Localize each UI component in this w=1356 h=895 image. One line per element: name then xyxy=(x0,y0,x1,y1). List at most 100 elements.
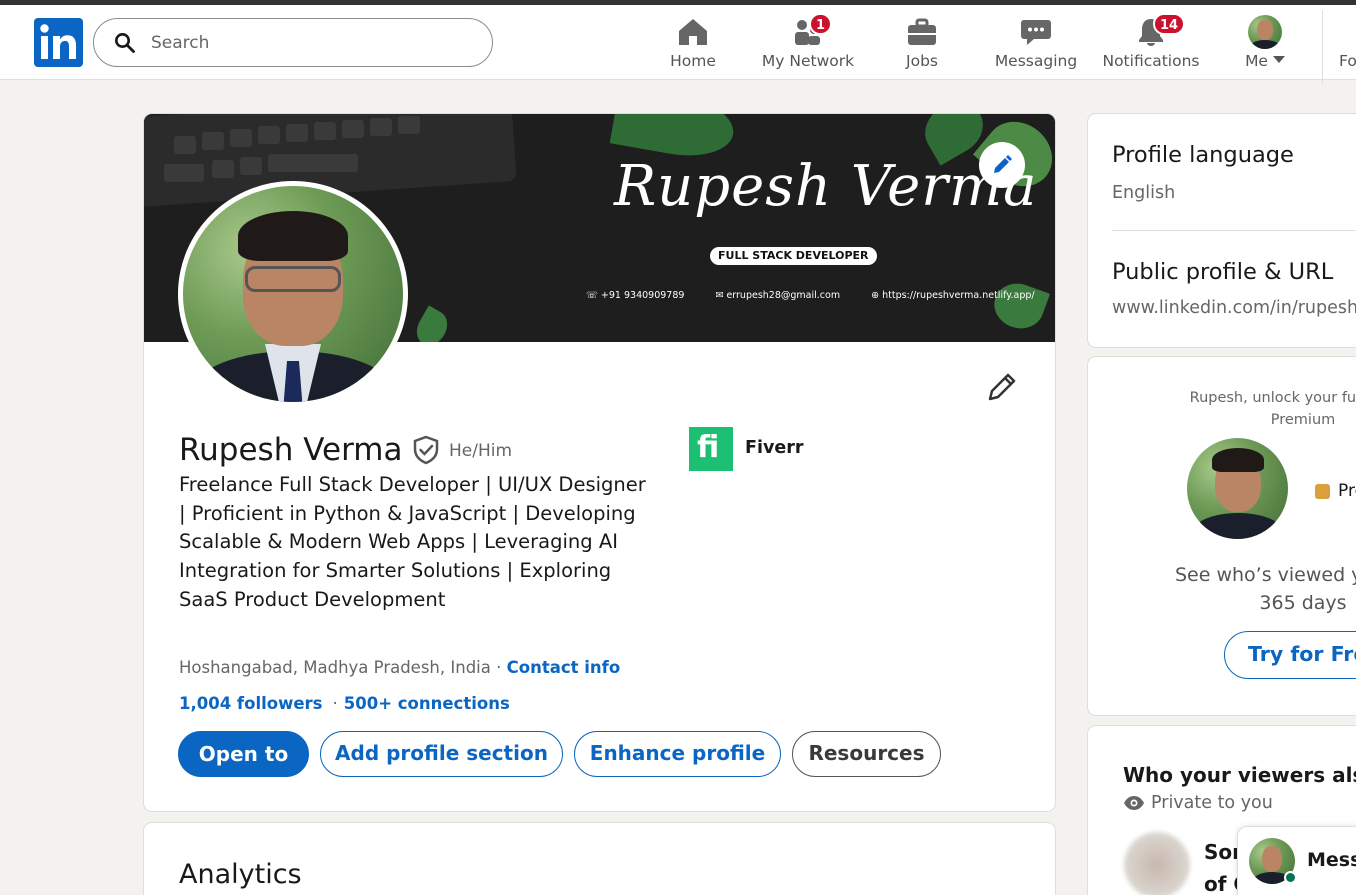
company-name: Fiverr xyxy=(745,438,804,458)
fiverr-logo-text: fi xyxy=(697,430,720,465)
location-separator: · xyxy=(490,658,507,677)
online-status-dot xyxy=(1284,871,1297,884)
global-nav: Home 1 My Network Jobs Messaging xyxy=(0,5,1356,85)
edit-banner-button[interactable] xyxy=(979,142,1025,188)
nav-me-label-wrap: Me xyxy=(1234,52,1296,70)
messaging-avatar-face xyxy=(1262,846,1282,872)
see-who-viewed-text: See who’s viewed your pro 365 days xyxy=(1088,561,1356,617)
analytics-card: Analytics xyxy=(143,822,1056,895)
messaging-label: Messa xyxy=(1307,849,1356,871)
banner-key xyxy=(240,157,262,175)
messaging-overlay-bar[interactable]: Messa xyxy=(1237,826,1356,895)
public-profile-title: Public profile & URL xyxy=(1112,259,1334,285)
banner-tagline: FULL STACK DEVELOPER xyxy=(710,247,877,265)
banner-email-text: errupesh28@gmail.com xyxy=(726,290,841,301)
linkedin-logo[interactable] xyxy=(34,18,83,67)
enhance-profile-button[interactable]: Enhance profile xyxy=(574,731,781,777)
nav-my-network-label: My Network xyxy=(761,52,855,70)
nav-home-label: Home xyxy=(670,52,716,70)
premium-prompt-line1: Rupesh, unlock your full potent xyxy=(1189,390,1356,406)
profile-settings-card: Profile language English Public profile … xyxy=(1087,113,1356,348)
banner-key xyxy=(258,126,280,144)
search-input[interactable] xyxy=(151,29,471,57)
premium-avatar-hair xyxy=(1212,448,1264,472)
profile-location: Hoshangabad, Madhya Pradesh, India xyxy=(179,658,491,677)
viewers-also-title: Who your viewers also xyxy=(1123,763,1356,787)
connections-link[interactable]: 500+ connections xyxy=(344,694,510,713)
nav-messaging[interactable]: Messaging xyxy=(993,13,1079,79)
premium-badge-label: Pre xyxy=(1338,481,1356,501)
banner-leaf xyxy=(987,276,1051,336)
profile-stats: 1,004 followers · 500+ connections xyxy=(179,694,510,713)
premium-badge-icon xyxy=(1315,484,1330,499)
photo-glasses xyxy=(245,266,341,292)
banner-key xyxy=(286,124,308,142)
pencil-icon xyxy=(994,155,1012,173)
banner-leaf xyxy=(410,305,454,342)
network-badge: 1 xyxy=(809,13,833,35)
profile-pronouns: He/Him xyxy=(449,441,513,461)
notifications-badge: 14 xyxy=(1153,13,1186,35)
open-to-button[interactable]: Open to xyxy=(178,731,309,777)
profile-name: Rupesh Verma xyxy=(179,432,403,468)
profile-card: Rupesh Verma FULL STACK DEVELOPER ☏ +91 … xyxy=(143,113,1056,812)
banner-key xyxy=(314,122,336,140)
banner-email: ✉ errupesh28@gmail.com xyxy=(715,290,841,301)
home-icon xyxy=(679,19,707,45)
banner-key xyxy=(230,129,252,147)
banner-website: ⊕ https://rupeshverma.netlify.app/ xyxy=(871,290,1035,301)
add-profile-section-button[interactable]: Add profile section xyxy=(320,731,563,777)
settings-divider xyxy=(1112,230,1356,231)
nav-my-network[interactable]: 1 My Network xyxy=(758,13,858,79)
premium-avatar-suit xyxy=(1192,513,1284,539)
analytics-title: Analytics xyxy=(179,859,302,890)
see-who-line2: 365 days xyxy=(1259,592,1347,614)
nav-notifications[interactable]: 14 Notifications xyxy=(1100,13,1202,79)
viewer-avatar[interactable] xyxy=(1124,832,1190,895)
profile-headline: Freelance Full Stack Developer | UI/UX D… xyxy=(179,473,646,611)
search-bar[interactable] xyxy=(93,18,493,67)
resources-button[interactable]: Resources xyxy=(792,731,941,777)
banner-key xyxy=(342,120,364,138)
search-icon xyxy=(115,33,135,53)
banner-contacts: ☏ +91 9340909789 ✉ errupesh28@gmail.com … xyxy=(586,290,1055,301)
followers-link[interactable]: 1,004 followers xyxy=(179,694,323,713)
nav-for-business[interactable]: Fo xyxy=(1339,52,1356,70)
me-avatar xyxy=(1248,15,1282,49)
try-for-free-button[interactable]: Try for Free xyxy=(1224,631,1356,679)
banner-phone: ☏ +91 9340909789 xyxy=(586,290,685,301)
see-who-line1: See who’s viewed your pro xyxy=(1174,564,1356,586)
profile-photo[interactable] xyxy=(178,181,408,407)
banner-name: Rupesh Verma xyxy=(614,154,1038,219)
profile-language-title: Profile language xyxy=(1112,142,1294,168)
premium-prompt: Rupesh, unlock your full potent Premium xyxy=(1088,387,1356,431)
banner-key xyxy=(212,160,234,178)
nav-jobs-label: Jobs xyxy=(906,52,938,70)
caret-down-icon xyxy=(1272,56,1285,63)
banner-key xyxy=(268,154,358,172)
premium-avatar xyxy=(1187,438,1288,539)
banner-key xyxy=(164,164,204,182)
stats-separator: · xyxy=(332,694,338,713)
nav-home[interactable]: Home xyxy=(660,13,726,79)
premium-prompt-line2: Premium xyxy=(1270,412,1336,428)
private-label: Private to you xyxy=(1151,793,1273,813)
contact-info-link[interactable]: Contact info xyxy=(507,658,621,677)
private-to-you: Private to you xyxy=(1123,793,1273,813)
nav-me[interactable]: Me xyxy=(1234,13,1296,79)
nav-messaging-label: Messaging xyxy=(994,52,1078,70)
nav-notifications-label: Notifications xyxy=(1102,52,1200,70)
fiverr-logo: fi xyxy=(689,427,733,471)
banner-key xyxy=(202,132,224,150)
banner-key xyxy=(174,136,196,154)
verified-shield-icon[interactable] xyxy=(412,435,440,465)
edit-intro-pencil-icon[interactable] xyxy=(986,371,1018,403)
nav-me-label: Me xyxy=(1245,52,1268,70)
chat-icon xyxy=(1021,20,1051,45)
photo-hair xyxy=(238,211,348,261)
premium-upsell-card: Rupesh, unlock your full potent Premium … xyxy=(1087,356,1356,716)
briefcase-icon xyxy=(908,18,936,45)
nav-jobs[interactable]: Jobs xyxy=(890,13,954,79)
banner-key xyxy=(398,116,420,134)
public-profile-url[interactable]: www.linkedin.com/in/rupesh xyxy=(1112,298,1356,318)
